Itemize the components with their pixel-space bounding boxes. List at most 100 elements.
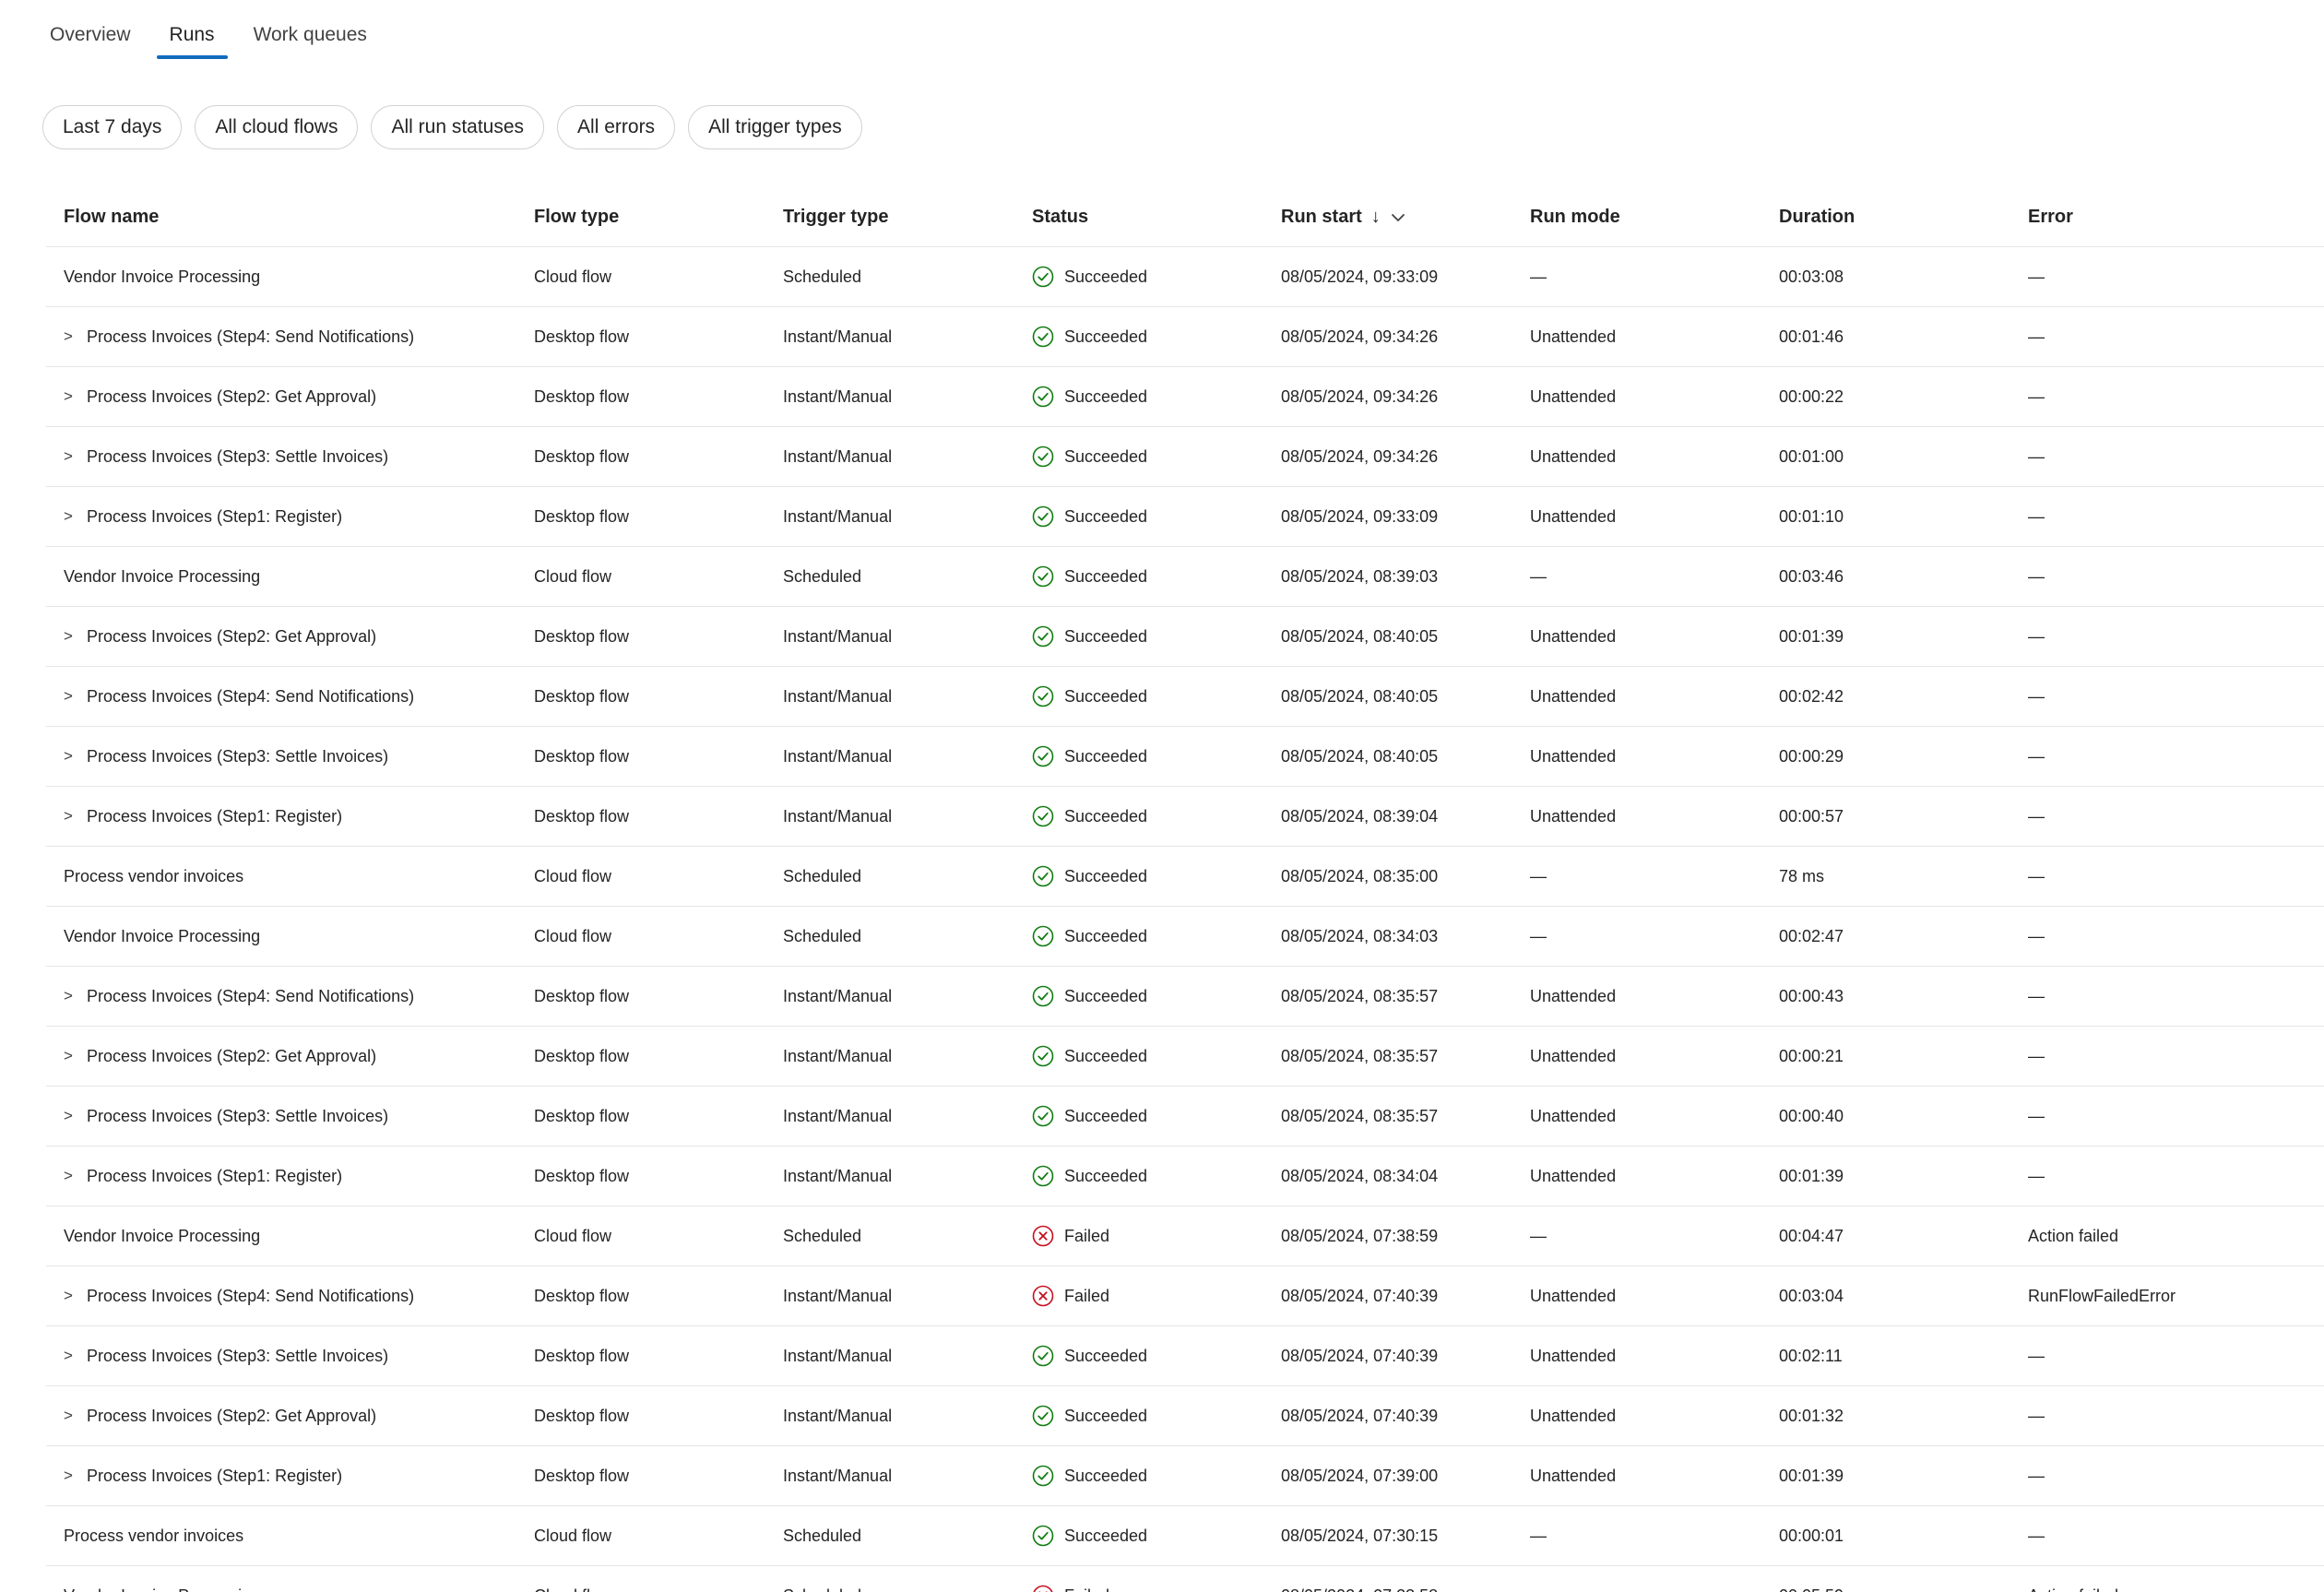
table-row[interactable]: > Process Invoices (Step1: Register) Deskt… [46, 1446, 2324, 1506]
column-header-error[interactable]: Error [2028, 188, 2073, 246]
flow-name-cell[interactable]: Process vendor invoices [64, 847, 243, 906]
expand-chevron-icon[interactable]: > [64, 1167, 87, 1185]
table-row[interactable]: > Process Invoices (Step1: Register) Deskt… [46, 1146, 2324, 1206]
flow-name-cell[interactable]: > Process Invoices (Step1: Register) [64, 487, 342, 546]
flow-name[interactable]: Process Invoices (Step2: Get Approval) [87, 1407, 376, 1426]
table-row[interactable]: > Process Invoices (Step3: Settle Invoice… [46, 1326, 2324, 1386]
flow-name[interactable]: Process Invoices (Step4: Send Notificati… [87, 1287, 414, 1306]
expand-chevron-icon[interactable]: > [64, 1407, 87, 1425]
column-header-flow-type[interactable]: Flow type [534, 188, 619, 246]
table-row[interactable]: > Process Invoices (Step4: Send Notificat… [46, 1266, 2324, 1326]
flow-name-cell[interactable]: > Process Invoices (Step3: Settle Invoice… [64, 427, 388, 486]
flow-name[interactable]: Vendor Invoice Processing [64, 1586, 260, 1592]
flow-name[interactable]: Vendor Invoice Processing [64, 567, 260, 587]
flow-name-cell[interactable]: Vendor Invoice Processing [64, 1206, 260, 1265]
expand-chevron-icon[interactable]: > [64, 1467, 87, 1485]
table-row[interactable]: > Process Invoices (Step4: Send Notificat… [46, 307, 2324, 367]
chevron-down-icon[interactable] [1390, 209, 1406, 226]
filter-date-range[interactable]: Last 7 days [42, 105, 183, 149]
filter-run-statuses[interactable]: All run statuses [371, 105, 545, 149]
table-row[interactable]: Vendor Invoice Processing Cloud flow Sched… [46, 247, 2324, 307]
expand-chevron-icon[interactable]: > [64, 747, 87, 766]
tab-overview[interactable]: Overview [37, 17, 144, 59]
expand-chevron-icon[interactable]: > [64, 507, 87, 526]
filter-errors[interactable]: All errors [557, 105, 676, 149]
filter-cloud-flows[interactable]: All cloud flows [195, 105, 359, 149]
flow-name[interactable]: Process Invoices (Step4: Send Notificati… [87, 327, 414, 347]
tab-work-queues[interactable]: Work queues [241, 17, 380, 59]
column-header-run-start[interactable]: Run start ↓ [1281, 188, 1406, 246]
column-header-flow-name[interactable]: Flow name [64, 188, 159, 246]
expand-chevron-icon[interactable]: > [64, 1347, 87, 1365]
flow-name-cell[interactable]: > Process Invoices (Step2: Get Approval) [64, 607, 376, 666]
flow-name-cell[interactable]: > Process Invoices (Step1: Register) [64, 1446, 342, 1505]
flow-name-cell[interactable]: > Process Invoices (Step4: Send Notificat… [64, 967, 414, 1026]
column-header-run-mode[interactable]: Run mode [1530, 188, 1620, 246]
table-row[interactable]: > Process Invoices (Step2: Get Approval) D… [46, 367, 2324, 427]
table-row[interactable]: > Process Invoices (Step1: Register) Deskt… [46, 487, 2324, 547]
flow-name[interactable]: Process Invoices (Step4: Send Notificati… [87, 687, 414, 707]
flow-name[interactable]: Process Invoices (Step2: Get Approval) [87, 627, 376, 647]
flow-name[interactable]: Process vendor invoices [64, 867, 243, 886]
table-row[interactable]: Vendor Invoice Processing Cloud flow Sched… [46, 907, 2324, 967]
flow-name-cell[interactable]: > Process Invoices (Step2: Get Approval) [64, 1027, 376, 1086]
table-row[interactable]: > Process Invoices (Step1: Register) Deskt… [46, 787, 2324, 847]
table-row[interactable]: Vendor Invoice Processing Cloud flow Sched… [46, 547, 2324, 607]
expand-chevron-icon[interactable]: > [64, 687, 87, 706]
flow-name-cell[interactable]: > Process Invoices (Step2: Get Approval) [64, 1386, 376, 1445]
flow-name[interactable]: Process Invoices (Step3: Settle Invoices… [87, 1107, 388, 1126]
flow-name[interactable]: Vendor Invoice Processing [64, 927, 260, 946]
flow-name-cell[interactable]: > Process Invoices (Step4: Send Notificat… [64, 1266, 414, 1325]
expand-chevron-icon[interactable]: > [64, 1107, 87, 1125]
expand-chevron-icon[interactable]: > [64, 447, 87, 466]
table-row[interactable]: > Process Invoices (Step2: Get Approval) D… [46, 1027, 2324, 1087]
flow-name-cell[interactable]: > Process Invoices (Step1: Register) [64, 1146, 342, 1206]
filter-trigger-types[interactable]: All trigger types [688, 105, 862, 149]
expand-chevron-icon[interactable]: > [64, 387, 87, 406]
flow-name[interactable]: Process Invoices (Step1: Register) [87, 1167, 342, 1186]
flow-name-cell[interactable]: Vendor Invoice Processing [64, 547, 260, 606]
expand-chevron-icon[interactable]: > [64, 327, 87, 346]
flow-name[interactable]: Process Invoices (Step2: Get Approval) [87, 1047, 376, 1066]
flow-name-cell[interactable]: > Process Invoices (Step1: Register) [64, 787, 342, 846]
flow-name-cell[interactable]: Vendor Invoice Processing [64, 907, 260, 966]
table-row[interactable]: > Process Invoices (Step3: Settle Invoice… [46, 727, 2324, 787]
expand-chevron-icon[interactable]: > [64, 627, 87, 646]
expand-chevron-icon[interactable]: > [64, 987, 87, 1005]
flow-name-cell[interactable]: Process vendor invoices [64, 1506, 243, 1565]
flow-name[interactable]: Vendor Invoice Processing [64, 1227, 260, 1246]
column-header-status[interactable]: Status [1032, 188, 1088, 246]
flow-name-cell[interactable]: > Process Invoices (Step3: Settle Invoice… [64, 1326, 388, 1385]
flow-name[interactable]: Process Invoices (Step1: Register) [87, 507, 342, 527]
flow-name[interactable]: Process Invoices (Step3: Settle Invoices… [87, 747, 388, 766]
flow-name[interactable]: Process Invoices (Step1: Register) [87, 1467, 342, 1486]
flow-name[interactable]: Vendor Invoice Processing [64, 267, 260, 287]
flow-name[interactable]: Process Invoices (Step1: Register) [87, 807, 342, 826]
table-row[interactable]: Process vendor invoices Cloud flow Schedul… [46, 847, 2324, 907]
flow-name[interactable]: Process vendor invoices [64, 1527, 243, 1546]
expand-chevron-icon[interactable]: > [64, 1287, 87, 1305]
flow-name[interactable]: Process Invoices (Step2: Get Approval) [87, 387, 376, 407]
table-row[interactable]: > Process Invoices (Step3: Settle Invoice… [46, 427, 2324, 487]
tab-runs[interactable]: Runs [156, 17, 228, 59]
table-row[interactable]: > Process Invoices (Step3: Settle Invoice… [46, 1087, 2324, 1146]
flow-name-cell[interactable]: Vendor Invoice Processing [64, 1566, 260, 1592]
flow-name-cell[interactable]: > Process Invoices (Step4: Send Notificat… [64, 307, 414, 366]
column-header-duration[interactable]: Duration [1779, 188, 1855, 246]
flow-name[interactable]: Process Invoices (Step3: Settle Invoices… [87, 447, 388, 467]
table-row[interactable]: > Process Invoices (Step4: Send Notificat… [46, 667, 2324, 727]
column-header-trigger-type[interactable]: Trigger type [783, 188, 888, 246]
table-row[interactable]: > Process Invoices (Step2: Get Approval) D… [46, 607, 2324, 667]
flow-name-cell[interactable]: > Process Invoices (Step2: Get Approval) [64, 367, 376, 426]
flow-name[interactable]: Process Invoices (Step4: Send Notificati… [87, 987, 414, 1006]
flow-name-cell[interactable]: Vendor Invoice Processing [64, 247, 260, 306]
flow-name-cell[interactable]: > Process Invoices (Step3: Settle Invoice… [64, 727, 388, 786]
table-row[interactable]: > Process Invoices (Step2: Get Approval) D… [46, 1386, 2324, 1446]
flow-name-cell[interactable]: > Process Invoices (Step3: Settle Invoice… [64, 1087, 388, 1146]
flow-name[interactable]: Process Invoices (Step3: Settle Invoices… [87, 1347, 388, 1366]
table-row[interactable]: > Process Invoices (Step4: Send Notificat… [46, 967, 2324, 1027]
table-row[interactable]: Process vendor invoices Cloud flow Schedul… [46, 1506, 2324, 1566]
expand-chevron-icon[interactable]: > [64, 807, 87, 826]
table-row[interactable]: Vendor Invoice Processing Cloud flow Sched… [46, 1566, 2324, 1592]
table-row[interactable]: Vendor Invoice Processing Cloud flow Sched… [46, 1206, 2324, 1266]
